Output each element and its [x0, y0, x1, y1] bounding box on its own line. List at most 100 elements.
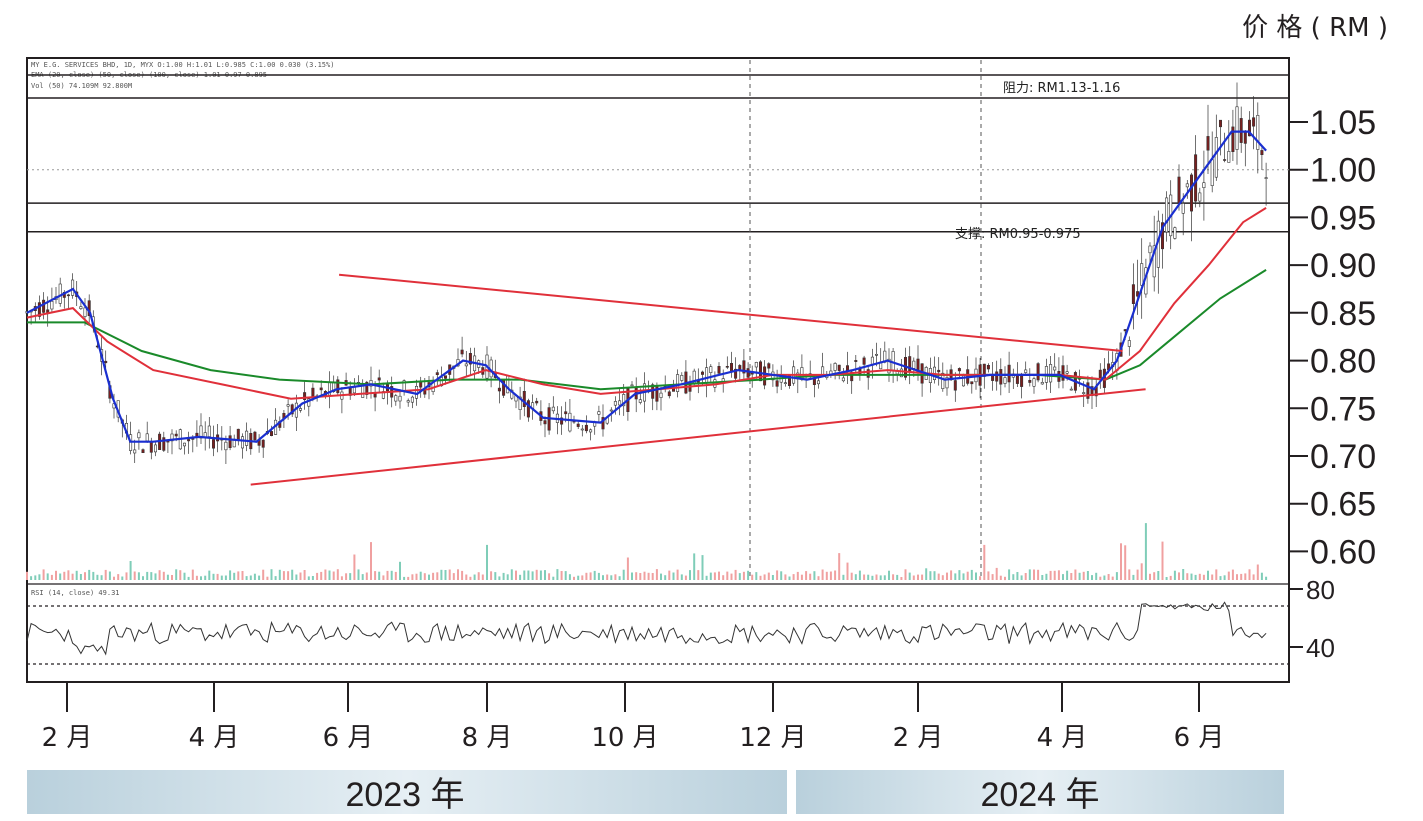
volume-bar: [1111, 576, 1114, 580]
volume-bar: [1227, 571, 1230, 580]
volume-bar: [701, 555, 704, 580]
candle-body: [783, 382, 787, 385]
volume-bar: [249, 575, 252, 580]
candle-body: [609, 409, 613, 412]
volume-bar: [875, 574, 878, 580]
candle-body: [953, 380, 957, 391]
candle-body: [680, 374, 684, 381]
candle-body: [1127, 340, 1131, 347]
candle-body: [1214, 137, 1218, 178]
volume-bar: [104, 569, 107, 580]
volume-bar: [1095, 572, 1098, 580]
volume-bar: [1198, 573, 1201, 580]
candle-body: [854, 360, 858, 362]
volume-bar: [680, 574, 683, 580]
volume-bar: [788, 576, 791, 580]
volume-bar: [544, 570, 546, 580]
volume-bar: [229, 570, 232, 580]
volume-bar: [428, 574, 430, 580]
volume-bar: [1057, 570, 1060, 580]
month-label: 8 月: [462, 723, 513, 753]
volume-bar: [457, 569, 459, 580]
volume-bar: [684, 575, 687, 580]
candle-body: [833, 363, 837, 371]
rsi-axis: 80 40: [1289, 575, 1335, 663]
candle-body: [149, 441, 153, 453]
volume-bar: [858, 570, 861, 580]
support-label: 支撑: RM0.95-0.975: [955, 227, 1081, 242]
candle-body: [1206, 136, 1210, 151]
candle-body: [83, 307, 87, 317]
volume-bar: [941, 575, 944, 580]
volume-bar: [415, 573, 418, 580]
volume-bar: [258, 575, 261, 580]
candle-body: [630, 384, 634, 387]
volume-bar: [821, 569, 824, 580]
candle-body: [659, 392, 663, 398]
volume-bar: [345, 573, 348, 580]
volume-bar: [1086, 571, 1089, 580]
volume-bar: [175, 569, 178, 580]
volume-bar: [378, 571, 381, 580]
candle-body: [1053, 366, 1057, 371]
candle-body: [1202, 182, 1206, 188]
volume-bar: [1082, 571, 1085, 580]
volume-bar: [204, 575, 207, 580]
volume-bar: [921, 574, 924, 580]
candle-body: [1177, 176, 1181, 204]
candle-body: [1173, 227, 1177, 239]
price-tick-label: 0.85: [1310, 295, 1376, 333]
candle-body: [1069, 388, 1073, 391]
candle-body: [618, 400, 622, 406]
candle-body: [564, 411, 568, 415]
price-axis: 1.05 1.00 0.95 0.90 0.85 0.80 0.75 0.70 0.65 0.60: [1289, 104, 1376, 571]
volume-bar: [871, 575, 874, 580]
candle-body: [667, 391, 671, 397]
volume-bar: [809, 573, 812, 580]
candle-body: [141, 449, 145, 454]
volume-bar: [1256, 564, 1259, 580]
volume-bar: [1049, 570, 1052, 580]
volume-bar: [904, 569, 907, 580]
volume-bar: [829, 571, 832, 580]
volume-bar: [212, 573, 215, 580]
candle-body: [66, 294, 70, 297]
volume-bar: [179, 570, 182, 580]
candle-body: [837, 364, 841, 371]
volume-bar: [506, 574, 509, 580]
volume-bar: [452, 573, 455, 580]
volume-bar: [597, 572, 600, 580]
volume-bar: [602, 575, 604, 580]
volume-bar: [394, 571, 397, 580]
volume-bar: [191, 569, 194, 580]
volume-bar: [303, 570, 306, 580]
volume-bar: [1157, 571, 1160, 580]
candle-body: [464, 363, 468, 367]
volume-bar: [1149, 573, 1151, 580]
volume-bar: [838, 553, 841, 580]
volume-bar: [896, 574, 899, 580]
volume-bar: [146, 571, 149, 580]
price-tick-label: 0.90: [1310, 247, 1376, 285]
volume-bar: [278, 569, 281, 580]
candle-body: [543, 420, 547, 425]
volume-bar: [593, 570, 596, 580]
volume-bar: [481, 574, 484, 580]
candle-body: [754, 361, 758, 368]
candle-body: [535, 400, 539, 404]
volume-bar: [519, 574, 522, 580]
rsi-label: RSI (14, close) 49.31: [31, 589, 120, 597]
volume-bar: [121, 576, 124, 580]
candle-body: [688, 383, 692, 392]
volume-bar: [67, 570, 70, 580]
candle-body: [79, 306, 83, 310]
volume-bar: [133, 571, 136, 580]
volume-bar: [950, 570, 953, 580]
volume-bar: [502, 572, 505, 580]
volume-bar: [883, 575, 886, 580]
volume-bar: [643, 571, 646, 580]
volume-bar: [1161, 541, 1164, 580]
candle-body: [1198, 192, 1202, 202]
volume-bar: [917, 574, 919, 580]
volume-bar: [1024, 573, 1027, 580]
